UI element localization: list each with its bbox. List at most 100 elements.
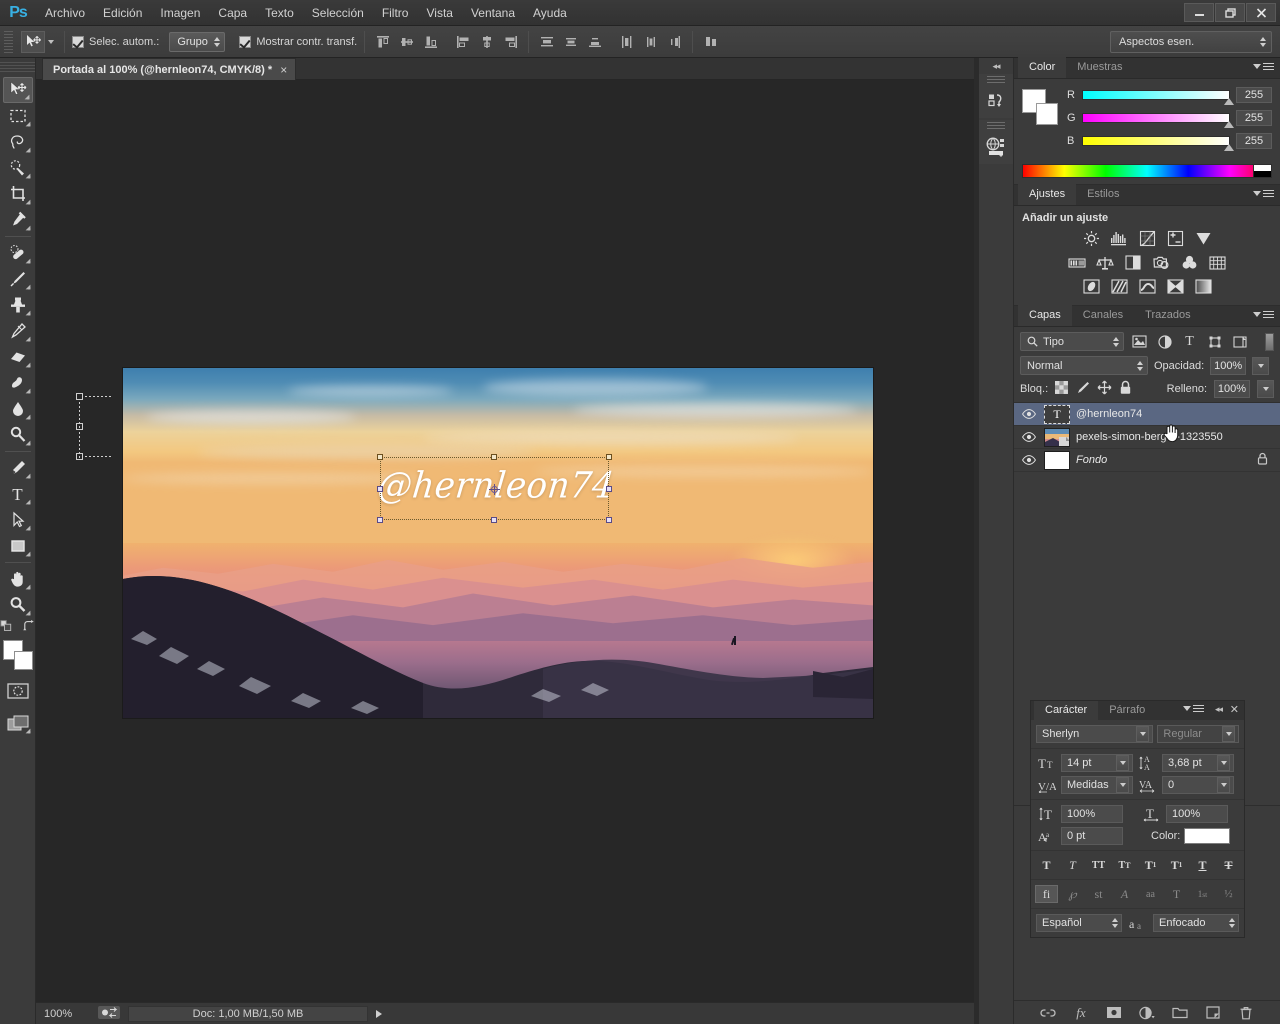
clone-stamp-tool[interactable] <box>3 292 33 318</box>
font-style-select[interactable]: Regular <box>1157 725 1239 743</box>
character-panel-menu-icon[interactable] <box>1183 705 1204 712</box>
vertical-scale-input[interactable]: 100% <box>1061 805 1123 823</box>
layer-style-icon[interactable]: fx <box>1073 1005 1089 1021</box>
show-transform-checkbox-box[interactable] <box>239 35 252 48</box>
levels-icon[interactable] <box>1109 229 1130 248</box>
move-tool[interactable] <box>2 77 33 103</box>
blur-flyout-icon[interactable] <box>25 414 30 420</box>
gradient-tool[interactable] <box>3 370 33 396</box>
ordinals-button[interactable]: 1st <box>1191 885 1214 903</box>
titling-alternates-button[interactable]: T <box>1165 885 1188 903</box>
contextual-alternates-button[interactable]: ℘ <box>1061 885 1084 903</box>
distribute-horizontal-centers-icon[interactable] <box>640 31 661 52</box>
menu-imagen[interactable]: Imagen <box>151 0 209 26</box>
transform-handle-top-center[interactable] <box>491 454 498 461</box>
menu-ayuda[interactable]: Ayuda <box>524 0 576 26</box>
tab-color[interactable]: Color <box>1018 57 1067 78</box>
align-top-edges-icon[interactable] <box>372 31 393 52</box>
invert-icon[interactable] <box>1081 277 1102 296</box>
menu-vista[interactable]: Vista <box>417 0 461 26</box>
color-panel-swatches[interactable] <box>1022 89 1058 125</box>
healing-flyout-icon[interactable] <box>25 258 30 264</box>
pen-flyout-icon[interactable] <box>25 473 30 479</box>
faux-italic-button[interactable]: T <box>1061 856 1084 874</box>
layer-name[interactable]: @hernleon74 <box>1076 408 1274 420</box>
filter-type-icon[interactable]: T <box>1180 332 1199 351</box>
underline-button[interactable]: T <box>1191 856 1214 874</box>
align-vertical-centers-icon[interactable] <box>396 31 417 52</box>
menu-ventana[interactable]: Ventana <box>462 0 524 26</box>
distribute-right-edges-icon[interactable] <box>664 31 685 52</box>
pen-tool[interactable] <box>3 455 33 481</box>
screen-mode-icon[interactable] <box>3 710 33 736</box>
move-tool-icon[interactable] <box>21 30 45 53</box>
lock-all-icon[interactable] <box>1119 380 1132 398</box>
gradient-map-icon[interactable] <box>1193 277 1214 296</box>
layers-panel-menu-icon[interactable] <box>1253 311 1274 318</box>
hand-flyout-icon[interactable] <box>25 584 30 590</box>
layer-filter-select[interactable]: Tipo <box>1020 332 1124 351</box>
shape-flyout-icon[interactable] <box>25 551 30 557</box>
workspace-stepper-icon[interactable] <box>1260 37 1266 47</box>
eraser-flyout-icon[interactable] <box>25 362 30 368</box>
new-layer-icon[interactable] <box>1205 1005 1221 1021</box>
color-lookup-icon[interactable] <box>1207 253 1228 272</box>
fill-value[interactable]: 100% <box>1214 380 1250 398</box>
layer-name[interactable]: Fondo <box>1076 454 1251 466</box>
status-bar-popup-arrow-icon[interactable] <box>376 1009 382 1018</box>
history-brush-flyout-icon[interactable] <box>25 336 30 342</box>
background-color-swatch[interactable] <box>1036 103 1058 125</box>
lasso-tool[interactable] <box>3 129 33 155</box>
layer-filter-stepper-icon[interactable] <box>1113 336 1119 347</box>
quick-selection-tool[interactable] <box>3 155 33 181</box>
auto-align-layers-icon[interactable] <box>700 31 721 52</box>
faux-bold-button[interactable]: T <box>1035 856 1058 874</box>
horizontal-type-tool[interactable]: T <box>3 481 33 507</box>
all-caps-button[interactable]: TT <box>1087 856 1110 874</box>
tab-caracter[interactable]: Carácter <box>1034 701 1099 720</box>
dodge-flyout-icon[interactable] <box>25 440 30 446</box>
menu-texto[interactable]: Texto <box>256 0 303 26</box>
transform-handle-middle-right[interactable] <box>606 485 612 492</box>
small-caps-button[interactable]: TT <box>1113 856 1136 874</box>
layer-visibility-icon[interactable] <box>1020 455 1038 465</box>
layer-visibility-icon[interactable] <box>1020 409 1038 419</box>
lock-image-pixels-icon[interactable] <box>1075 380 1090 398</box>
layer-thumbnail[interactable] <box>1044 427 1070 447</box>
align-horizontal-centers-icon[interactable] <box>476 31 497 52</box>
exposure-icon[interactable] <box>1165 229 1186 248</box>
font-size-dropdown-icon[interactable] <box>1116 755 1129 771</box>
minimize-icon[interactable] <box>1184 3 1214 22</box>
transform-handle-middle-left[interactable] <box>376 485 383 492</box>
filter-shape-icon[interactable] <box>1205 332 1224 351</box>
standard-ligatures-button[interactable]: fi <box>1035 885 1058 903</box>
quick-mask-icon[interactable] <box>3 678 33 704</box>
close-icon[interactable]: × <box>280 63 287 77</box>
adjustments-panel-menu-icon[interactable] <box>1253 190 1274 197</box>
auto-select-scope-select[interactable]: Grupo <box>169 31 226 52</box>
eraser-tool[interactable] <box>3 344 33 370</box>
canvas-area[interactable]: @hernleon74 <box>36 80 974 1004</box>
color-spectrum-ramp[interactable] <box>1022 164 1272 178</box>
swash-button[interactable]: A <box>1113 885 1136 903</box>
baseline-shift-input[interactable]: 0 pt <box>1061 827 1123 845</box>
brightness-contrast-icon[interactable] <box>1081 229 1102 248</box>
new-group-icon[interactable] <box>1172 1005 1188 1021</box>
options-bar-grip[interactable] <box>4 30 13 53</box>
subscript-button[interactable]: T1 <box>1165 856 1188 874</box>
white-black-swatches[interactable] <box>1253 165 1271 177</box>
zoom-level[interactable]: 100% <box>44 1008 90 1020</box>
layer-filter-toggle[interactable] <box>1265 332 1274 351</box>
language-stepper-icon[interactable] <box>1112 918 1118 928</box>
anti-alias-stepper-icon[interactable] <box>1229 918 1235 928</box>
kerning-select[interactable]: Medidas <box>1061 776 1133 794</box>
font-size-input[interactable]: 14 pt <box>1061 754 1133 772</box>
layers-empty-area[interactable] <box>1014 472 1280 632</box>
kerning-dropdown-icon[interactable] <box>1116 777 1129 793</box>
blur-tool[interactable] <box>3 396 33 422</box>
close-icon[interactable]: ✕ <box>1230 703 1239 716</box>
language-select[interactable]: Español <box>1036 914 1122 932</box>
crop-tool[interactable] <box>3 181 33 207</box>
menu-filtro[interactable]: Filtro <box>373 0 418 26</box>
lock-transparent-pixels-icon[interactable] <box>1055 381 1069 397</box>
